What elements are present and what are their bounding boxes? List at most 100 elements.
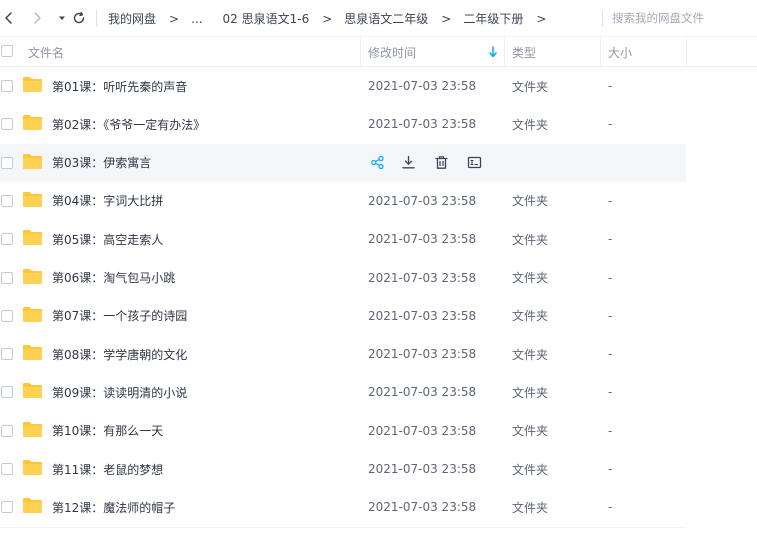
- file-type: 文件夹: [512, 117, 549, 132]
- modified-time: 2021-07-03 23:58: [368, 232, 477, 247]
- file-size: -: [608, 270, 613, 285]
- breadcrumb-separator: >: [169, 11, 180, 26]
- breadcrumb-item-grade[interactable]: 思泉语文二年级: [344, 10, 428, 27]
- folder-icon: [22, 306, 43, 323]
- table-row[interactable]: 第05课：高空走索人 2021-07-03 23:58 文件夹 -: [0, 220, 686, 258]
- modified-time: 2021-07-03 23:58: [368, 193, 477, 208]
- chevron-right-icon[interactable]: [28, 9, 46, 27]
- breadcrumb-separator: >: [322, 11, 333, 26]
- modified-time: 2021-07-03 23:58: [368, 308, 477, 323]
- table-row[interactable]: 第07课：一个孩子的诗园 2021-07-03 23:58 文件夹 -: [0, 297, 686, 335]
- table-row[interactable]: 第03课：伊索寓言: [0, 143, 686, 182]
- row-checkbox[interactable]: [1, 156, 13, 169]
- file-size: -: [608, 385, 613, 400]
- folder-icon: [22, 229, 43, 246]
- file-type: 文件夹: [512, 347, 549, 362]
- modified-time: 2021-07-03 23:58: [368, 385, 477, 400]
- table-row[interactable]: 第02课：《爷爷一定有办法》 2021-07-03 23:58 文件夹 -: [0, 105, 686, 143]
- file-name[interactable]: 第02课：《爷爷一定有办法》: [52, 105, 205, 143]
- rename-icon[interactable]: [465, 154, 483, 172]
- column-header-size[interactable]: 大小: [608, 37, 632, 67]
- file-name[interactable]: 第03课：伊索寓言: [52, 144, 151, 182]
- modified-time: 2021-07-03 23:58: [368, 500, 477, 515]
- top-bar: 我的网盘 > ... 02 思泉语文1-6 > 思泉语文二年级 > 二年级下册 …: [0, 0, 757, 37]
- table-row[interactable]: 第10课：有那么一天 2021-07-03 23:58 文件夹 -: [0, 412, 686, 450]
- file-type: 文件夹: [512, 424, 549, 439]
- table-row[interactable]: 第11课：老鼠的梦想 2021-07-03 23:58 文件夹 -: [0, 450, 686, 488]
- chevron-left-icon[interactable]: [0, 9, 18, 27]
- file-name[interactable]: 第11课：老鼠的梦想: [52, 450, 163, 488]
- file-name[interactable]: 第05课：高空走索人: [52, 220, 163, 258]
- file-name[interactable]: 第10课：有那么一天: [52, 412, 163, 450]
- file-type: 文件夹: [512, 232, 549, 247]
- row-checkbox[interactable]: [1, 233, 13, 246]
- row-checkbox[interactable]: [1, 194, 13, 207]
- file-name[interactable]: 第01课：听听先秦的声音: [52, 67, 187, 105]
- file-type: 文件夹: [512, 271, 549, 285]
- modified-time: 2021-07-03 23:58: [368, 423, 477, 438]
- folder-icon: [22, 114, 43, 131]
- row-checkbox[interactable]: [1, 80, 13, 92]
- column-divider: [600, 37, 601, 67]
- search-input[interactable]: [612, 8, 752, 28]
- file-size: -: [608, 462, 613, 476]
- download-icon[interactable]: [399, 154, 417, 172]
- table-row[interactable]: 第12课：魔法师的帽子 2021-07-03 23:58 文件夹 -: [0, 488, 686, 526]
- file-name[interactable]: 第04课：字词大比拼: [52, 182, 163, 220]
- breadcrumb-item-ellipsis[interactable]: ...: [191, 12, 202, 26]
- folder-icon: [22, 459, 43, 476]
- file-size: -: [608, 117, 613, 132]
- select-all-checkbox[interactable]: [1, 45, 13, 57]
- file-name[interactable]: 第08课：学学唐朝的文化: [52, 335, 187, 373]
- modified-time: 2021-07-03 23:58: [368, 347, 477, 362]
- row-checkbox[interactable]: [1, 348, 13, 361]
- table-row[interactable]: 第01课：听听先秦的声音 2021-07-03 23:58 文件夹 -: [0, 67, 686, 105]
- row-checkbox[interactable]: [1, 309, 13, 322]
- table-row[interactable]: 第06课：淘气包马小跳 2021-07-03 23:58 文件夹 -: [0, 259, 686, 297]
- file-name[interactable]: 第12课：魔法师的帽子: [52, 488, 175, 526]
- file-type: 文件夹: [512, 194, 549, 209]
- folder-icon: [22, 382, 43, 399]
- delete-icon[interactable]: [432, 154, 450, 172]
- breadcrumb-separator: >: [536, 11, 547, 26]
- file-type: 文件夹: [512, 385, 549, 400]
- row-checkbox[interactable]: [1, 271, 13, 284]
- refresh-icon[interactable]: [70, 9, 88, 27]
- row-checkbox[interactable]: [1, 501, 13, 514]
- file-name[interactable]: 第07课：一个孩子的诗园: [52, 297, 187, 335]
- file-size: -: [608, 232, 613, 247]
- breadcrumb-item-root[interactable]: 我的网盘: [108, 10, 156, 27]
- folder-icon: [22, 76, 43, 93]
- file-type: 文件夹: [512, 79, 549, 94]
- divider: [0, 527, 686, 528]
- column-header-type[interactable]: 类型: [512, 37, 536, 67]
- folder-icon: [22, 344, 43, 361]
- breadcrumb-item-volume[interactable]: 二年级下册: [463, 10, 523, 27]
- table-row[interactable]: 第08课：学学唐朝的文化 2021-07-03 23:58 文件夹 -: [0, 335, 686, 373]
- folder-icon: [22, 191, 43, 208]
- table-row[interactable]: 第09课：读读明清的小说 2021-07-03 23:58 文件夹 -: [0, 373, 686, 411]
- modified-time: 2021-07-03 23:58: [368, 462, 477, 476]
- breadcrumb-item-course[interactable]: 02 思泉语文1-6: [223, 10, 310, 27]
- file-size: -: [608, 347, 613, 362]
- folder-icon: [22, 153, 43, 170]
- file-size: -: [608, 193, 613, 208]
- row-checkbox[interactable]: [1, 118, 13, 131]
- file-type: 文件夹: [512, 462, 549, 477]
- column-divider: [686, 37, 687, 67]
- row-checkbox[interactable]: [1, 463, 13, 475]
- file-name[interactable]: 第06课：淘气包马小跳: [52, 259, 175, 297]
- file-size: -: [608, 500, 613, 515]
- column-header-modified[interactable]: 修改时间: [368, 37, 416, 67]
- row-checkbox[interactable]: [1, 386, 13, 399]
- divider: [602, 10, 603, 27]
- table-row[interactable]: 第04课：字词大比拼 2021-07-03 23:58 文件夹 -: [0, 182, 686, 220]
- file-size: -: [608, 308, 613, 323]
- share-icon[interactable]: [368, 154, 386, 172]
- column-divider: [504, 37, 505, 67]
- arrow-down-icon[interactable]: [488, 46, 498, 58]
- row-checkbox[interactable]: [1, 424, 13, 437]
- file-name[interactable]: 第09课：读读明清的小说: [52, 373, 187, 411]
- caret-down-icon[interactable]: [53, 9, 71, 27]
- column-header-name[interactable]: 文件名: [28, 37, 64, 67]
